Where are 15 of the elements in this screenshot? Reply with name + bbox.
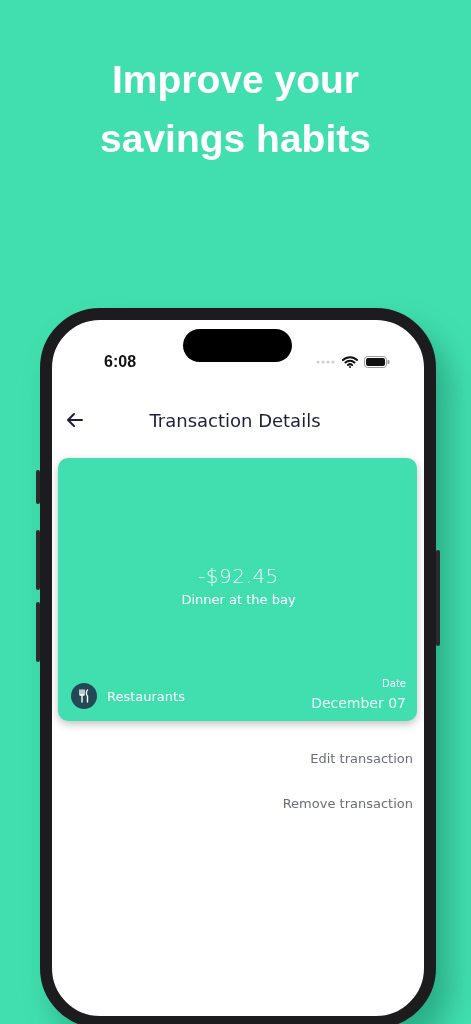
- amount: -$92.45: [198, 563, 279, 588]
- status-time: 6:08: [104, 353, 137, 371]
- wifi-icon: [342, 356, 358, 368]
- signal-icon: [316, 360, 336, 364]
- date-label: Date: [382, 678, 406, 689]
- battery-icon: [364, 356, 390, 368]
- back-arrow-icon[interactable]: [66, 411, 84, 429]
- action-link[interactable]: Edit transaction: [310, 751, 413, 766]
- transaction-description: Dinner at the bay: [181, 591, 296, 607]
- page-title: Transaction Details: [148, 409, 322, 431]
- category-label: Restaurants: [107, 688, 185, 704]
- action-link[interactable]: Remove transaction: [282, 796, 413, 811]
- headline: Improve your savings habits: [99, 57, 372, 162]
- fork-knife-icon: [71, 683, 97, 709]
- date-value: December 07: [311, 695, 406, 711]
